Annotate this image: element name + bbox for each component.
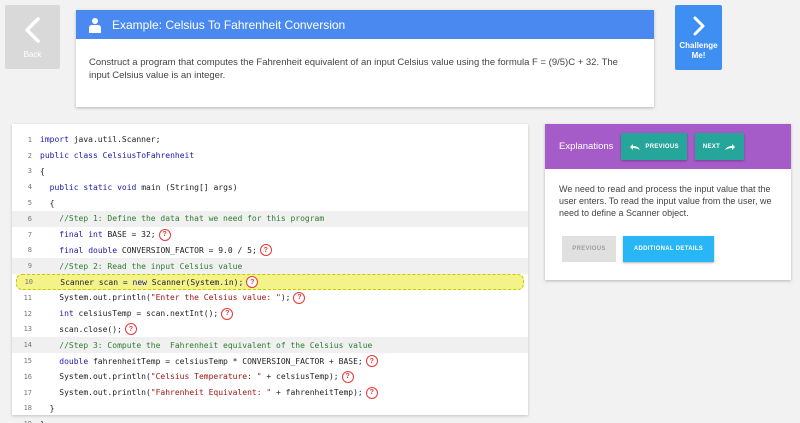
help-question-icon[interactable]: ?	[259, 244, 272, 257]
example-header: Example: Celsius To Fahrenheit Conversio…	[76, 10, 654, 39]
help-question-icon[interactable]: ?	[341, 370, 354, 383]
undo-arrow-icon	[630, 143, 641, 150]
line-number: 18	[23, 404, 32, 413]
code-text: double fahrenheitTemp = celsiusTemp * CO…	[59, 356, 363, 366]
line-number: 14	[23, 341, 32, 350]
line-number: 6	[27, 214, 32, 223]
code-line: 6 //Step 1: Define the data that we need…	[12, 210, 528, 227]
code-text: public class CelsiusToFahrenheit	[40, 151, 195, 161]
user-icon	[89, 17, 101, 33]
line-number: 3	[27, 167, 32, 176]
code-line: 14 //Step 3: Compute the Fahrenheit equi…	[12, 337, 528, 354]
code-text: int celsiusTemp = scan.nextInt();	[59, 309, 219, 319]
line-number: 11	[23, 293, 32, 302]
line-number: 12	[23, 309, 32, 318]
code-line: 19}	[12, 416, 528, 423]
code-text: final double CONVERSION_FACTOR = 9.0 / 5…	[59, 245, 257, 255]
redo-arrow-icon	[725, 143, 736, 150]
line-number: 10	[24, 278, 33, 287]
help-question-icon[interactable]: ?	[365, 355, 378, 368]
code-line: 17 System.out.println("Fahrenheit Equiva…	[12, 385, 528, 401]
code-text: {	[40, 198, 55, 208]
code-line: 12 int celsiusTemp = scan.nextInt();?	[12, 306, 528, 322]
code-text: //Step 2: Read the input Celsius value	[40, 261, 243, 271]
code-line: 18 }	[12, 401, 528, 417]
line-number: 16	[23, 372, 32, 381]
back-label: Back	[23, 49, 42, 59]
help-question-icon[interactable]: ?	[158, 228, 171, 241]
challenge-label: Challenge Me!	[679, 41, 717, 61]
explanations-card: Explanations PREVIOUS NEXT We need to re…	[545, 124, 791, 280]
explanation-text: We need to read and process the input va…	[559, 184, 772, 218]
code-text: //Step 3: Compute the Fahrenheit equival…	[40, 340, 373, 350]
challenge-me-button[interactable]: Challenge Me!	[675, 5, 722, 70]
line-number: 13	[23, 325, 32, 334]
code-line: 4 public static void main (String[] args…	[12, 179, 528, 195]
back-button[interactable]: Back	[5, 5, 60, 69]
line-number: 5	[27, 199, 32, 208]
code-line: 2 public class CelsiusToFahrenheit	[12, 148, 528, 164]
code-line: 9 //Step 2: Read the input Celsius value	[12, 258, 528, 275]
line-number: 4	[27, 183, 32, 192]
code-line: 13 scan.close();?	[12, 322, 528, 338]
code-line: 15 double fahrenheitTemp = celsiusTemp *…	[12, 353, 528, 369]
help-question-icon[interactable]: ?	[221, 307, 234, 320]
code-text: final int BASE = 32;	[59, 230, 156, 240]
code-panel: 1 import java.util.Scanner; 2 public class …	[12, 124, 528, 423]
code-text: import java.util.Scanner;	[40, 135, 161, 145]
code-text: System.out.println("Enter the Celsius va…	[40, 293, 291, 303]
code-line: 3{	[12, 164, 528, 180]
code-line: 7 final int BASE = 32;?	[12, 227, 528, 243]
line-number: 1	[27, 135, 32, 144]
header-previous-label: PREVIOUS	[645, 143, 679, 150]
line-number: 15	[23, 357, 32, 366]
code-text: //Step 1: Define the data that we need f…	[40, 214, 325, 224]
code-text: }	[40, 403, 55, 413]
code-text: scan.close();	[40, 324, 122, 334]
code-line: 1 import java.util.Scanner;	[12, 132, 528, 148]
code-line: 5 {	[12, 195, 528, 211]
code-text: System.out.println("Celsius Temperature:…	[40, 372, 339, 382]
example-description: Construct a program that computes the Fa…	[89, 57, 618, 81]
code-text: {	[40, 166, 45, 176]
example-card: Example: Celsius To Fahrenheit Conversio…	[76, 10, 654, 107]
additional-details-button[interactable]: ADDITIONAL DETAILS	[623, 236, 714, 262]
help-question-icon[interactable]: ?	[365, 386, 378, 399]
explanations-title: Explanations	[559, 141, 614, 152]
example-title: Example: Celsius To Fahrenheit Conversio…	[112, 17, 346, 32]
help-question-icon[interactable]: ?	[124, 323, 137, 336]
header-next-label: NEXT	[702, 143, 721, 150]
chevron-left-icon	[24, 16, 40, 43]
code-line-current: 10 Scanner scan = new Scanner(System.in)…	[16, 274, 524, 290]
challenge-label-line2: Me!	[691, 50, 706, 60]
header-next-button[interactable]: NEXT	[694, 133, 745, 160]
code-line: 8 final double CONVERSION_FACTOR = 9.0 /…	[12, 243, 528, 259]
code-text: public static void main (String[] args)	[49, 182, 238, 192]
line-number: 17	[23, 388, 32, 397]
line-number: 8	[27, 246, 32, 255]
chevron-right-icon	[693, 16, 704, 35]
challenge-label-line1: Challenge	[679, 40, 718, 50]
header-previous-button[interactable]: PREVIOUS	[621, 133, 687, 160]
code-line: 16 System.out.println("Celsius Temperatu…	[12, 369, 528, 385]
code-line: 11 System.out.println("Enter the Celsius…	[12, 290, 528, 306]
explanations-header: Explanations PREVIOUS NEXT	[545, 124, 791, 169]
line-number: 2	[27, 151, 32, 160]
code-text: Scanner scan = new Scanner(System.in);	[41, 277, 244, 287]
help-question-icon[interactable]: ?	[293, 291, 306, 304]
code-text: System.out.println("Fahrenheit Equivalen…	[40, 388, 363, 398]
line-number: 7	[27, 230, 32, 239]
previous-button-disabled: PREVIOUS	[562, 236, 616, 262]
line-number: 9	[27, 262, 32, 271]
explanation-actions: PREVIOUS ADDITIONAL DETAILS	[562, 236, 714, 262]
help-question-icon[interactable]: ?	[246, 276, 259, 289]
